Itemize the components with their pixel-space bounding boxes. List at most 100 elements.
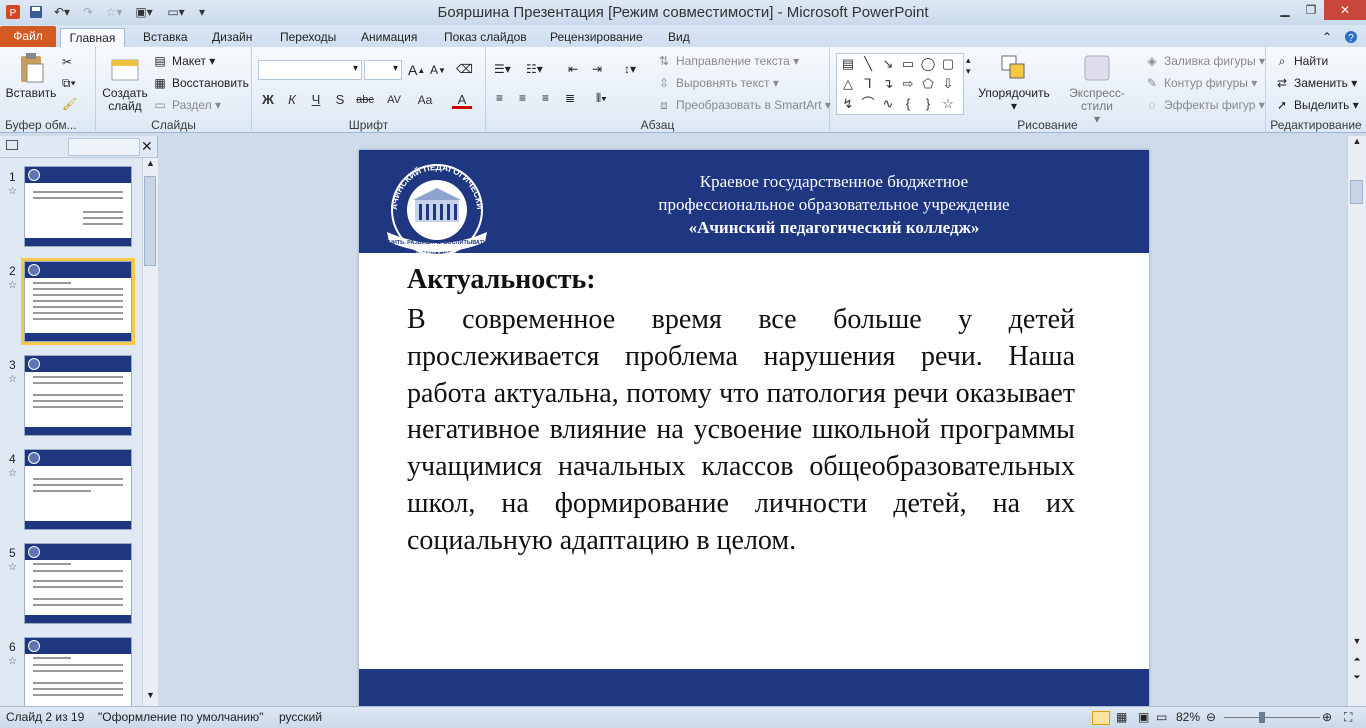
align-right-icon[interactable]: ≡: [542, 91, 549, 105]
copy-icon[interactable]: ⧉▾: [62, 76, 76, 91]
font-color-button[interactable]: A: [452, 91, 472, 109]
tab-insert[interactable]: Вставка: [136, 28, 195, 47]
tab-animation[interactable]: Анимация: [354, 28, 424, 47]
zoom-out-icon[interactable]: ⊖: [1206, 710, 1216, 724]
section-button[interactable]: ▭ Раздел ▾: [152, 98, 221, 112]
rounded-rect-shape-icon[interactable]: ▢: [939, 55, 957, 73]
shape-effects-button[interactable]: ◌ Эффекты фигур ▾: [1144, 98, 1264, 112]
slides-tab-icon[interactable]: [6, 140, 18, 150]
replace-button[interactable]: ⇄ Заменить ▾: [1274, 76, 1357, 90]
text-direction-button[interactable]: ⇅ Направление текста ▾: [656, 54, 799, 68]
cut-icon[interactable]: ✂: [62, 55, 72, 69]
scroll-up-icon[interactable]: ▲: [143, 158, 158, 172]
elbow-arrow-shape-icon[interactable]: ↴: [879, 75, 897, 93]
slide-body-text[interactable]: В современное время все больше у детей п…: [407, 302, 1075, 560]
slide-thumbnail-6[interactable]: [24, 637, 132, 706]
justify-icon[interactable]: ≣: [565, 91, 575, 105]
strikethrough-button[interactable]: abc: [352, 91, 378, 109]
shape-outline-button[interactable]: ✎ Контур фигуры ▾: [1144, 76, 1257, 90]
shadow-button[interactable]: S: [330, 91, 350, 109]
slide-heading[interactable]: Актуальность:: [407, 264, 596, 296]
zoom-slider[interactable]: [1224, 717, 1320, 718]
close-icon[interactable]: ✕: [1324, 0, 1366, 20]
help-icon[interactable]: ⌃: [1322, 28, 1340, 47]
oval-shape-icon[interactable]: ◯: [919, 55, 937, 73]
arrange-button[interactable]: Упорядочить ▾: [976, 52, 1052, 113]
paste-button[interactable]: Вставить: [4, 52, 58, 100]
format-painter-icon[interactable]: 🖌: [62, 97, 77, 111]
editor-scrollbar[interactable]: ▲ ▼ ⏶ ⏷: [1347, 136, 1366, 706]
thumbnail-scrollbar[interactable]: ▲ ▼: [142, 158, 158, 706]
curve-shape-icon[interactable]: ∿: [879, 95, 897, 113]
tab-design[interactable]: Дизайн: [205, 28, 259, 47]
increase-indent-icon[interactable]: ⇥: [592, 62, 602, 76]
slide-thumbnail-4[interactable]: [24, 449, 132, 530]
slide-sorter-view-icon[interactable]: ▦: [1116, 710, 1127, 724]
slideshow-view-icon[interactable]: ▭: [1156, 710, 1167, 724]
close-pane-icon[interactable]: ✕: [141, 138, 153, 155]
shapes-gallery[interactable]: ▤ ╲ ↘ ▭ ◯ ▢ △ ⅂ ↴ ⇨ ⬠ ⇩ ↯ ⌒ ∿ { } ☆: [836, 53, 964, 115]
char-spacing-button[interactable]: AV: [380, 91, 408, 109]
language-indicator[interactable]: русский: [279, 710, 322, 724]
scroll-down-icon[interactable]: ▼: [1349, 636, 1365, 650]
brace-right-shape-icon[interactable]: }: [919, 95, 937, 113]
zoom-in-icon[interactable]: ⊕: [1322, 710, 1332, 724]
shape-fill-button[interactable]: ◈ Заливка фигуры ▾: [1144, 54, 1265, 68]
slide-thumbnail-5[interactable]: [24, 543, 132, 624]
change-case-button[interactable]: Aa: [410, 91, 440, 109]
line-spacing-icon[interactable]: ↕▾: [624, 62, 636, 76]
tab-slideshow[interactable]: Показ слайдов: [437, 28, 534, 47]
bullets-icon[interactable]: ☰▾: [494, 62, 511, 76]
align-left-icon[interactable]: ≡: [496, 91, 503, 105]
quick-styles-button[interactable]: Экспресс-стили ▾: [1054, 52, 1140, 126]
slide-thumbnail-1[interactable]: [24, 166, 132, 247]
normal-view-icon[interactable]: [1092, 711, 1110, 725]
triangle-shape-icon[interactable]: △: [839, 75, 857, 93]
theme-name[interactable]: "Оформление по умолчанию": [98, 710, 263, 724]
help-question-icon[interactable]: ?: [1344, 28, 1362, 47]
font-size-combo[interactable]: ▾: [364, 60, 402, 80]
scroll-down-icon[interactable]: ▼: [143, 690, 158, 704]
rectangle-shape-icon[interactable]: ▭: [899, 55, 917, 73]
reading-view-icon[interactable]: ▣: [1138, 710, 1149, 724]
smartart-button[interactable]: ⧈ Преобразовать в SmartArt ▾: [656, 98, 831, 112]
align-center-icon[interactable]: ≡: [519, 91, 526, 105]
slide-thumbnail-2[interactable]: [21, 258, 135, 345]
new-slide-button[interactable]: Создать слайд: [100, 52, 150, 113]
underline-button[interactable]: Ч: [306, 91, 326, 109]
prev-slide-icon[interactable]: ⏶: [1349, 654, 1365, 668]
layout-button[interactable]: ▤ Макет ▾: [152, 54, 215, 68]
zoom-slider-thumb[interactable]: [1259, 712, 1265, 723]
line-shape-icon[interactable]: ╲: [859, 55, 877, 73]
tab-home[interactable]: Главная: [60, 28, 125, 47]
textbox-shape-icon[interactable]: ▤: [839, 55, 857, 73]
shapes-scroll-icon[interactable]: ▴ ▾: [966, 55, 971, 77]
current-slide[interactable]: АЧИНСКИЙ ПЕДАГОГИЧЕСКИЙ КОЛЛЕДЖ УЧИТЬ. Р…: [359, 149, 1149, 706]
outline-tab[interactable]: [68, 138, 140, 156]
italic-button[interactable]: К: [282, 91, 302, 109]
arc-shape-icon[interactable]: ⌒: [859, 95, 877, 113]
down-arrow-shape-icon[interactable]: ⇩: [939, 75, 957, 93]
arrow-line-shape-icon[interactable]: ↘: [879, 55, 897, 73]
elbow-shape-icon[interactable]: ⅂: [859, 75, 877, 93]
shrink-font-button[interactable]: A ▼: [430, 63, 446, 77]
tab-review[interactable]: Рецензирование: [543, 28, 650, 47]
scroll-up-icon[interactable]: ▲: [1349, 136, 1365, 150]
align-text-button[interactable]: ⇳ Выровнять текст ▾: [656, 76, 779, 90]
pentagon-shape-icon[interactable]: ⬠: [919, 75, 937, 93]
scroll-thumb[interactable]: [1350, 180, 1363, 204]
select-button[interactable]: ➚ Выделить ▾: [1274, 98, 1359, 112]
slide-thumbnail-3[interactable]: [24, 355, 132, 436]
next-slide-icon[interactable]: ⏷: [1349, 672, 1365, 686]
find-button[interactable]: ⌕ Найти: [1274, 54, 1329, 68]
decrease-indent-icon[interactable]: ⇤: [568, 62, 578, 76]
right-arrow-shape-icon[interactable]: ⇨: [899, 75, 917, 93]
tab-view[interactable]: Вид: [661, 28, 697, 47]
numbering-icon[interactable]: ☷▾: [526, 62, 543, 76]
scroll-thumb[interactable]: [144, 176, 156, 266]
grow-font-button[interactable]: A ▲: [408, 62, 425, 78]
tab-transitions[interactable]: Переходы: [273, 28, 343, 47]
minimize-icon[interactable]: ▁: [1272, 0, 1298, 20]
restore-icon[interactable]: ❐: [1298, 0, 1324, 20]
tab-file[interactable]: Файл: [0, 26, 56, 47]
